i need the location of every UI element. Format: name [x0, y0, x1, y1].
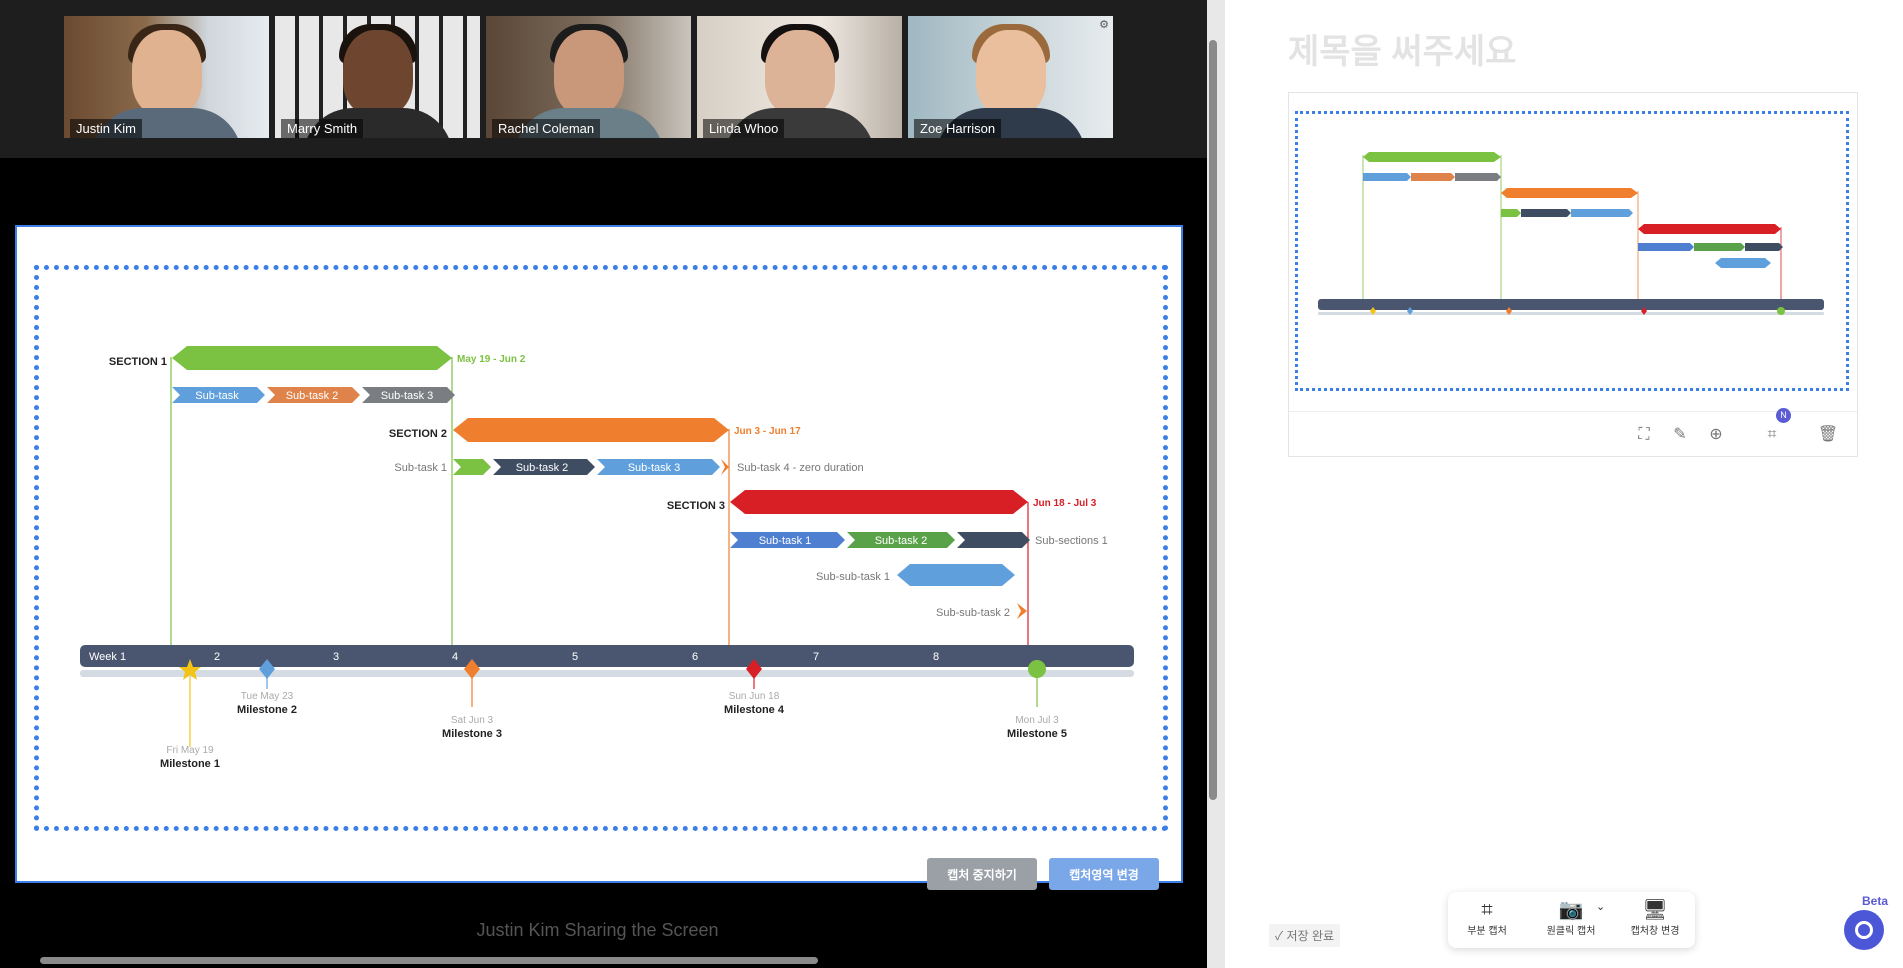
week-label: 7	[813, 651, 819, 663]
participant-name: Zoe Harrison	[914, 119, 1002, 138]
section-range: Jun 3 - Jun 17	[734, 426, 801, 437]
participant-tile[interactable]: Marry Smith	[275, 16, 480, 138]
subtask-label: Sub-sub-task 2	[936, 607, 1010, 619]
change-capture-area-button[interactable]: 캡처영역 변경	[1049, 858, 1159, 890]
week-label: 4	[452, 651, 458, 663]
task-label: Sub-task 3	[381, 390, 434, 402]
section3-bar	[730, 490, 1028, 514]
milestone-date: Fri May 19	[166, 745, 214, 756]
milestone-label: Milestone 2	[237, 704, 297, 716]
text-scan-icon[interactable]: ⛶	[1633, 424, 1655, 446]
section-range: May 19 - Jun 2	[457, 354, 526, 365]
subtask-label: Sub-sub-task 1	[816, 571, 890, 583]
delete-icon[interactable]: 🗑	[1817, 424, 1839, 446]
crop-icon[interactable]: ⌗	[1761, 424, 1783, 446]
participant-name: Justin Kim	[70, 119, 142, 138]
participant-name: Linda Whoo	[703, 119, 785, 138]
crop-icon: ⌗	[1481, 899, 1493, 921]
section-label: SECTION 1	[109, 356, 167, 368]
participant-tile[interactable]: Rachel Coleman	[486, 16, 691, 138]
week-label: 3	[333, 651, 339, 663]
task-label: Sub-task 4 - zero duration	[737, 462, 864, 474]
week-label: 6	[692, 651, 698, 663]
participant-tile[interactable]: ⚙ Zoe Harrison	[908, 16, 1113, 138]
section2-bar	[453, 418, 729, 442]
milestone-date: Sat Jun 3	[451, 715, 494, 726]
vertical-scrollbar[interactable]	[1209, 40, 1217, 800]
change-capture-window-button[interactable]: 🖥 캡처창 변경	[1620, 898, 1690, 937]
milestone-date: Sun Jun 18	[729, 691, 780, 702]
section-label: SECTION 3	[667, 500, 725, 512]
task-label: Sub-sections 1	[1035, 535, 1108, 547]
task-bar	[453, 459, 491, 475]
new-badge: N	[1776, 408, 1791, 423]
capture-toolbar: ⌗ 부분 캡처 📷 원클릭 캡처 ⌄ 🖥 캡처창 변경	[1448, 892, 1695, 948]
participant-tile[interactable]: Justin Kim	[64, 16, 269, 138]
shared-screen: SECTION 1 May 19 - Jun 2 Sub-task Sub-ta…	[15, 225, 1183, 883]
meeting-panel: Justin Kim Marry Smith Rachel Coleman Li…	[0, 0, 1207, 968]
capture-panel: 제목을 써주세요 ⛶ ✎ ⊕ ⌗ N 🗑 ✓ 저장 완료	[1225, 0, 1903, 968]
milestone-label: Milestone 3	[442, 728, 502, 740]
task-label: Sub-task 1	[759, 535, 812, 547]
capture-thumbnail[interactable]	[1289, 93, 1857, 411]
capture-card[interactable]: ⛶ ✎ ⊕ ⌗ N 🗑	[1288, 92, 1858, 457]
task-label: Sub-task 2	[516, 462, 569, 474]
participant-strip: Justin Kim Marry Smith Rachel Coleman Li…	[0, 0, 1207, 158]
gantt-chart: SECTION 1 May 19 - Jun 2 Sub-task Sub-ta…	[80, 346, 1134, 770]
partial-capture-button[interactable]: ⌗ 부분 캡처	[1452, 898, 1522, 937]
milestone-date: Mon Jul 3	[1015, 715, 1059, 726]
change-capture-window-label: 캡처창 변경	[1630, 926, 1680, 937]
beta-label: Beta	[1862, 894, 1889, 908]
partial-capture-label: 부분 캡처	[1467, 926, 1507, 937]
subtask-bar	[1017, 603, 1027, 619]
settings-icon[interactable]: ⚙	[1099, 18, 1109, 31]
milestone-label: Milestone 1	[160, 758, 220, 770]
one-click-capture-label: 원클릭 캡처	[1546, 926, 1596, 937]
participant-name: Marry Smith	[281, 119, 364, 138]
milestone-label: Milestone 4	[724, 704, 785, 716]
participant-name: Rachel Coleman	[492, 119, 601, 138]
section-range: Jun 18 - Jul 3	[1033, 498, 1097, 509]
chat-bot-button[interactable]	[1844, 910, 1884, 950]
save-status: ✓ 저장 완료	[1269, 924, 1341, 947]
week-label: 8	[933, 651, 939, 663]
task-label: Sub-task 2	[286, 390, 339, 402]
task-bar	[721, 459, 729, 475]
edit-icon[interactable]: ✎	[1669, 424, 1691, 446]
milestone-date: Tue May 23	[241, 691, 294, 702]
zoom-in-icon[interactable]: ⊕	[1705, 424, 1727, 446]
chevron-down-icon[interactable]: ⌄	[1596, 900, 1605, 913]
subtask-bar	[897, 564, 1015, 586]
monitor-icon: 🖥	[1642, 899, 1668, 921]
week-label: 2	[214, 651, 220, 663]
timeline-bar	[80, 645, 1134, 667]
document-title[interactable]: 제목을 써주세요	[1288, 24, 1516, 73]
week-label: 5	[572, 651, 578, 663]
task-label: Sub-task 2	[875, 535, 928, 547]
week-label: Week 1	[89, 651, 126, 663]
timeline-track	[80, 670, 1134, 677]
task-bar	[957, 532, 1030, 548]
sharing-caption: Justin Kim Sharing the Screen	[476, 920, 719, 940]
save-status-text: 저장 완료	[1286, 929, 1335, 943]
task-label: Sub-task	[195, 390, 239, 402]
task-label: Sub-task 3	[628, 462, 681, 474]
milestone-label: Milestone 5	[1007, 728, 1067, 740]
check-icon: ✓	[1275, 929, 1284, 943]
section-label: SECTION 2	[389, 428, 447, 440]
task-label: Sub-task 1	[394, 462, 447, 474]
horizontal-scrollbar[interactable]	[40, 957, 818, 964]
milestone-marker	[1028, 660, 1046, 678]
card-toolbar: ⛶ ✎ ⊕ ⌗ N 🗑	[1289, 408, 1857, 457]
section1-bar	[172, 346, 452, 370]
stop-capture-button[interactable]: 캡처 중지하기	[927, 858, 1037, 890]
participant-tile[interactable]: Linda Whoo	[697, 16, 902, 138]
thumbnail-gantt	[1318, 152, 1824, 315]
